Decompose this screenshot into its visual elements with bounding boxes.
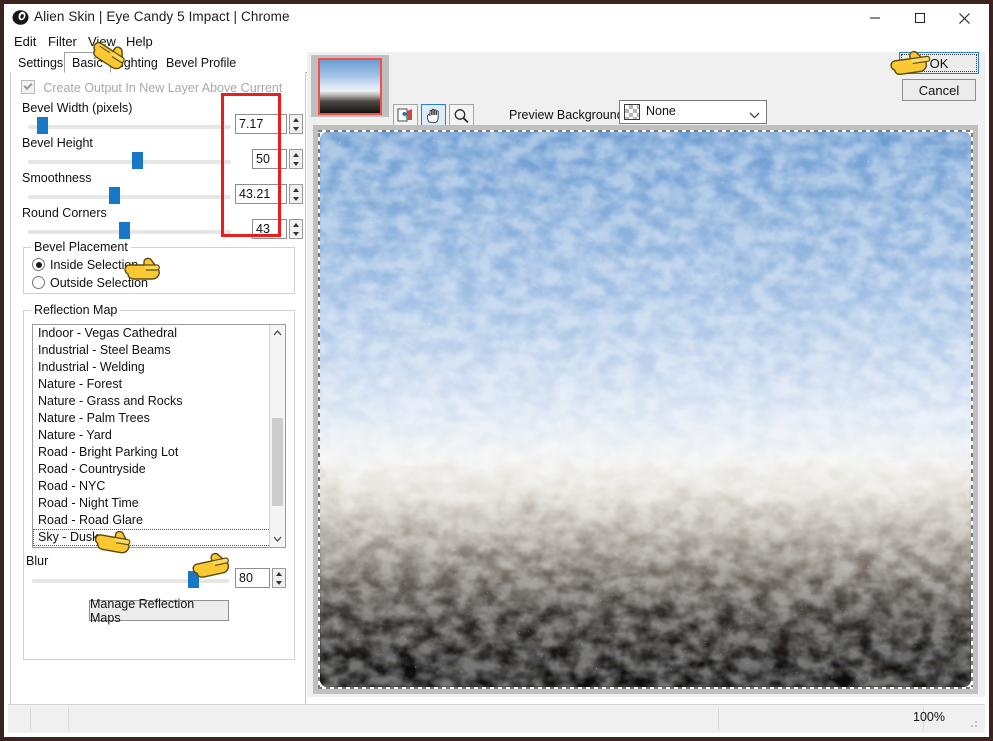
bevel-height-label: Bevel Height	[22, 136, 93, 150]
tab-strip: Settings Basic Lighting Bevel Profile	[10, 52, 307, 73]
tab-basic[interactable]: Basic	[64, 52, 111, 73]
reflection-map-item[interactable]: Road - Countryside	[33, 461, 285, 478]
window-title: Alien Skin | Eye Candy 5 Impact | Chrome	[34, 9, 290, 24]
reflection-map-item[interactable]: Nature - Palm Trees	[33, 410, 285, 427]
preview-background-label: Preview Background:	[509, 108, 628, 122]
blur-thumb[interactable]	[188, 571, 199, 588]
reflection-map-list[interactable]: Indoor - Vegas Cathedral Industrial - Ste…	[33, 325, 285, 546]
bevel-width-thumb[interactable]	[37, 117, 48, 134]
menu-bar: Edit Filter View Help	[4, 32, 989, 52]
create-output-checkbox[interactable]	[21, 80, 35, 94]
smoothness-label: Smoothness	[22, 171, 92, 185]
hand-tool-button[interactable]	[421, 104, 446, 127]
smoothness-spinner[interactable]	[289, 184, 303, 204]
chevron-down-icon[interactable]	[749, 108, 760, 122]
radio-outside-selection[interactable]	[32, 276, 45, 289]
tab-bevel-profile[interactable]: Bevel Profile	[158, 52, 245, 72]
reflection-map-listbox[interactable]: Indoor - Vegas Cathedral Industrial - Ste…	[32, 324, 286, 548]
eyedropper-tool-button[interactable]	[393, 104, 418, 127]
round-corners-label: Round Corners	[22, 206, 107, 220]
tab-settings[interactable]: Settings	[10, 52, 72, 72]
maximize-button[interactable]	[897, 4, 942, 32]
smoothness-spin-up[interactable]	[290, 185, 302, 194]
menu-item-edit[interactable]: Edit	[10, 33, 40, 51]
bevel-height-spin-up[interactable]	[290, 150, 302, 159]
reflection-map-item[interactable]: Road - Night Time	[33, 495, 285, 512]
reflection-map-item[interactable]: Road - Road Glare	[33, 512, 285, 529]
reflection-map-item[interactable]: Industrial - Steel Beams	[33, 342, 285, 359]
round-corners-thumb[interactable]	[119, 222, 130, 239]
menu-item-help[interactable]: Help	[122, 33, 157, 51]
transparency-swatch-icon	[624, 104, 640, 120]
radio-outside-selection-label: Outside Selection	[50, 276, 148, 290]
reflection-map-title: Reflection Map	[31, 303, 121, 317]
bevel-width-track[interactable]	[28, 125, 231, 129]
reflection-map-item[interactable]: Nature - Grass and Rocks	[33, 393, 285, 410]
cancel-button[interactable]: Cancel	[902, 79, 976, 101]
blur-value[interactable]: 80	[235, 568, 270, 588]
reflection-map-item[interactable]: Sky - Dusk	[33, 529, 285, 546]
minimize-button[interactable]	[852, 4, 897, 32]
scroll-down-icon[interactable]	[270, 531, 285, 547]
smoothness-track[interactable]	[28, 195, 231, 199]
menu-item-filter[interactable]: Filter	[44, 33, 81, 51]
close-button[interactable]	[942, 4, 987, 32]
bevel-height-spinner[interactable]	[289, 149, 303, 169]
navigator-thumbnail-frame[interactable]	[311, 55, 389, 117]
preview-background-value: None	[646, 104, 676, 118]
reflection-map-item[interactable]: Road - NYC	[33, 478, 285, 495]
round-corners-spin-down[interactable]	[290, 229, 302, 238]
scrollbar-thumb[interactable]	[272, 418, 283, 506]
application-window: Alien Skin | Eye Candy 5 Impact | Chrome…	[0, 0, 993, 741]
reflection-map-item[interactable]: Indoor - Vegas Cathedral	[33, 325, 285, 342]
blur-label: Blur	[26, 554, 49, 568]
ok-button[interactable]: OK	[899, 52, 979, 74]
annotation-rect-values	[221, 93, 281, 237]
marching-ants-selection	[318, 130, 973, 689]
manage-reflection-maps-button[interactable]: Manage Reflection Maps	[89, 597, 229, 625]
zoom-level-label: 100%	[913, 710, 945, 724]
menu-item-view[interactable]: View	[84, 33, 120, 51]
blur-spin-down[interactable]	[273, 578, 285, 587]
preview-background-select[interactable]: None	[619, 100, 767, 124]
scroll-up-icon[interactable]	[270, 325, 285, 341]
title-bar: Alien Skin | Eye Candy 5 Impact | Chrome	[4, 4, 989, 33]
zoom-tool-button[interactable]	[449, 104, 474, 127]
blur-track[interactable]	[32, 579, 229, 583]
blur-spinner[interactable]	[272, 568, 286, 588]
preview-canvas-area[interactable]	[313, 125, 978, 694]
round-corners-spin-up[interactable]	[290, 220, 302, 229]
reflection-map-item[interactable]: Nature - Yard	[33, 427, 285, 444]
status-bar: 100%	[8, 704, 985, 733]
resize-grip-icon[interactable]	[967, 717, 979, 729]
tab-lighting[interactable]: Lighting	[106, 52, 166, 72]
bevel-width-spin-up[interactable]	[290, 115, 302, 124]
bevel-width-spinner[interactable]	[289, 114, 303, 134]
preview-pane: Preview Background: None	[307, 52, 985, 697]
alien-skin-eye-icon	[12, 9, 29, 26]
bevel-height-track[interactable]	[28, 160, 231, 164]
blur-spin-up[interactable]	[273, 569, 285, 578]
reflection-map-item[interactable]: Nature - Forest	[33, 376, 285, 393]
smoothness-spin-down[interactable]	[290, 194, 302, 203]
reflection-map-item[interactable]: Industrial - Welding	[33, 359, 285, 376]
navigator-thumbnail[interactable]	[318, 58, 382, 115]
radio-inside-selection[interactable]	[32, 258, 45, 271]
bevel-height-spin-down[interactable]	[290, 159, 302, 168]
smoothness-thumb[interactable]	[109, 187, 120, 204]
reflection-map-item[interactable]: Road - Bright Parking Lot	[33, 444, 285, 461]
preview-image[interactable]	[320, 132, 971, 687]
bevel-width-spin-down[interactable]	[290, 124, 302, 133]
reflection-map-scrollbar[interactable]	[269, 325, 285, 547]
radio-inside-selection-label: Inside Selection	[50, 258, 139, 272]
bevel-height-thumb[interactable]	[132, 152, 143, 169]
bevel-placement-title: Bevel Placement	[31, 240, 131, 254]
bevel-width-label: Bevel Width (pixels)	[22, 101, 133, 115]
round-corners-spinner[interactable]	[289, 219, 303, 239]
